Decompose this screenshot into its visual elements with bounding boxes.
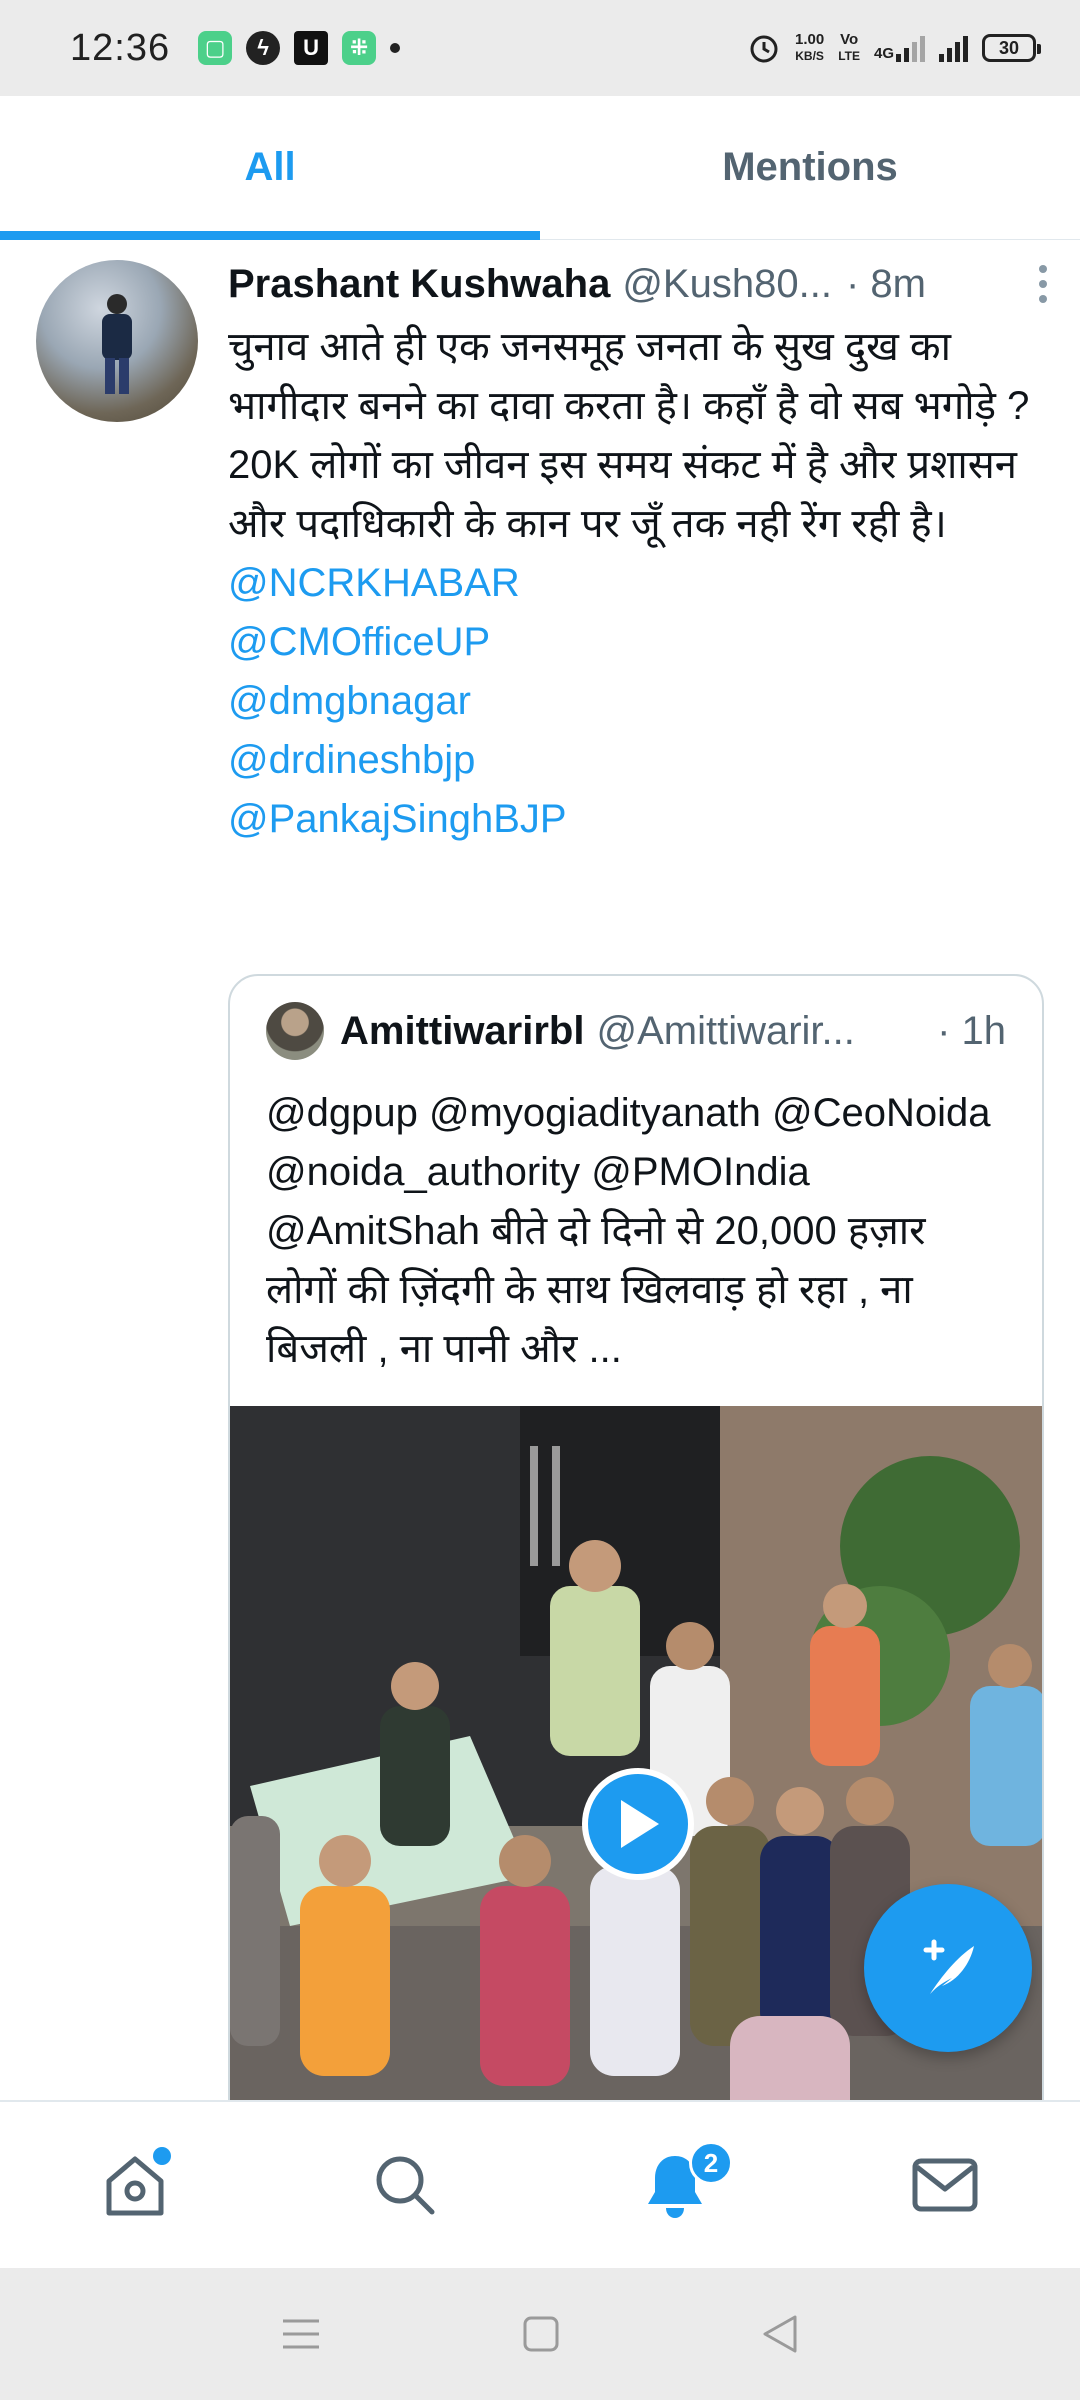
compose-tweet-button[interactable] [864,1884,1032,2052]
tweet-body: Prashant Kushwaha @Kush80... · 8m चुनाव … [228,250,1048,849]
net-speed-unit: KB/S [795,49,824,63]
tweet[interactable]: Prashant Kushwaha @Kush80... · 8m चुनाव … [0,240,1080,2100]
search-icon [376,2156,435,2215]
notification-tabs: All Mentions [0,96,1080,240]
back-icon[interactable] [761,2314,799,2354]
quoted-author-name: Amittiwarirbl [340,1008,585,1053]
app-notification-icon: ▢ [198,31,233,65]
signal-bars-icon [896,34,925,62]
author-handle[interactable]: @Kush80... [622,262,832,307]
calculator-app-icon: ⁜ [342,31,377,65]
status-time: 12:36 [70,26,171,69]
network-type: 4G [873,45,894,62]
mention-link[interactable]: @CMOfficeUP [228,613,1048,672]
quoted-tweet-text: @dgpup @myogiadityanath @CeoNoida @noida… [266,1091,991,1371]
more-options-icon[interactable] [1028,265,1058,303]
notification-badge: 2 [689,2141,733,2185]
play-icon [621,1800,659,1848]
tweet-time: · 8m [845,261,926,306]
bottom-navigation: 2 [0,2100,1080,2268]
tab-mentions[interactable]: Mentions [540,96,1080,239]
volte-top: Vo [840,31,859,48]
home-square-icon[interactable] [522,2315,560,2353]
nav-messages[interactable] [885,2125,1005,2245]
avatar[interactable] [36,260,198,422]
u-app-icon: U [294,31,329,65]
avatar-photo [102,294,132,394]
tweet-text: चुनाव आते ही एक जनसमूह जनता के सुख दुख क… [228,318,1048,849]
quoted-tweet-time: · 1h [937,1008,1006,1053]
system-navigation-bar [0,2268,1080,2400]
recents-menu-icon[interactable] [281,2317,321,2351]
home-new-dot [153,2147,171,2165]
quoted-author-handle: @Amittiwarir... [596,1008,855,1053]
messages-icon [912,2158,978,2212]
quoted-tweet-header: Amittiwarirbl @Amittiwarir... · 1h [230,976,1042,1060]
tab-all[interactable]: All [0,96,540,240]
net-speed-value: 1.00 [795,31,825,48]
battery-icon: 30 [982,34,1041,62]
mention-link[interactable]: @dmgbnagar [228,672,1048,731]
nav-search[interactable] [345,2125,465,2245]
notification-icons: ▢ ϟ U ⁜ [198,31,401,65]
mention-link[interactable]: @NCRKHABAR [228,554,1048,613]
volte-indicator: Vo LTE [838,32,860,64]
messenger-icon: ϟ [246,31,281,65]
play-button[interactable] [582,1768,694,1880]
tweet-header: Prashant Kushwaha @Kush80... · 8m [228,250,1048,318]
signal-strength-icon [939,34,968,62]
more-notifications-dot [390,43,401,53]
nav-home[interactable] [75,2125,195,2245]
net-speed: 1.00 KB/S [795,32,824,64]
quoted-avatar [266,1002,324,1060]
status-indicators: 1.00 KB/S Vo LTE 4G 30 [747,31,1041,65]
author-name[interactable]: Prashant Kushwaha [228,262,610,307]
alarm-icon [750,35,778,63]
mobile-data-signal: 4G [874,34,925,62]
mention-link[interactable]: @drdineshbjp [228,731,1048,790]
tweet-text-line1: चुनाव आते ही एक जनसमूह जनता के सुख दुख क… [228,325,1030,428]
compose-feather-icon [923,1939,974,1994]
status-bar: 12:36 ▢ ϟ U ⁜ 1.00 KB/S Vo LTE 4G 30 [0,0,1080,96]
mention-link[interactable]: @PankajSinghBJP [228,790,1048,849]
tweet-text-line2: 20K लोगों का जीवन इस समय संकट में है और … [228,443,1017,546]
volte-bottom: LTE [838,49,860,63]
nav-notifications[interactable]: 2 [615,2125,735,2245]
